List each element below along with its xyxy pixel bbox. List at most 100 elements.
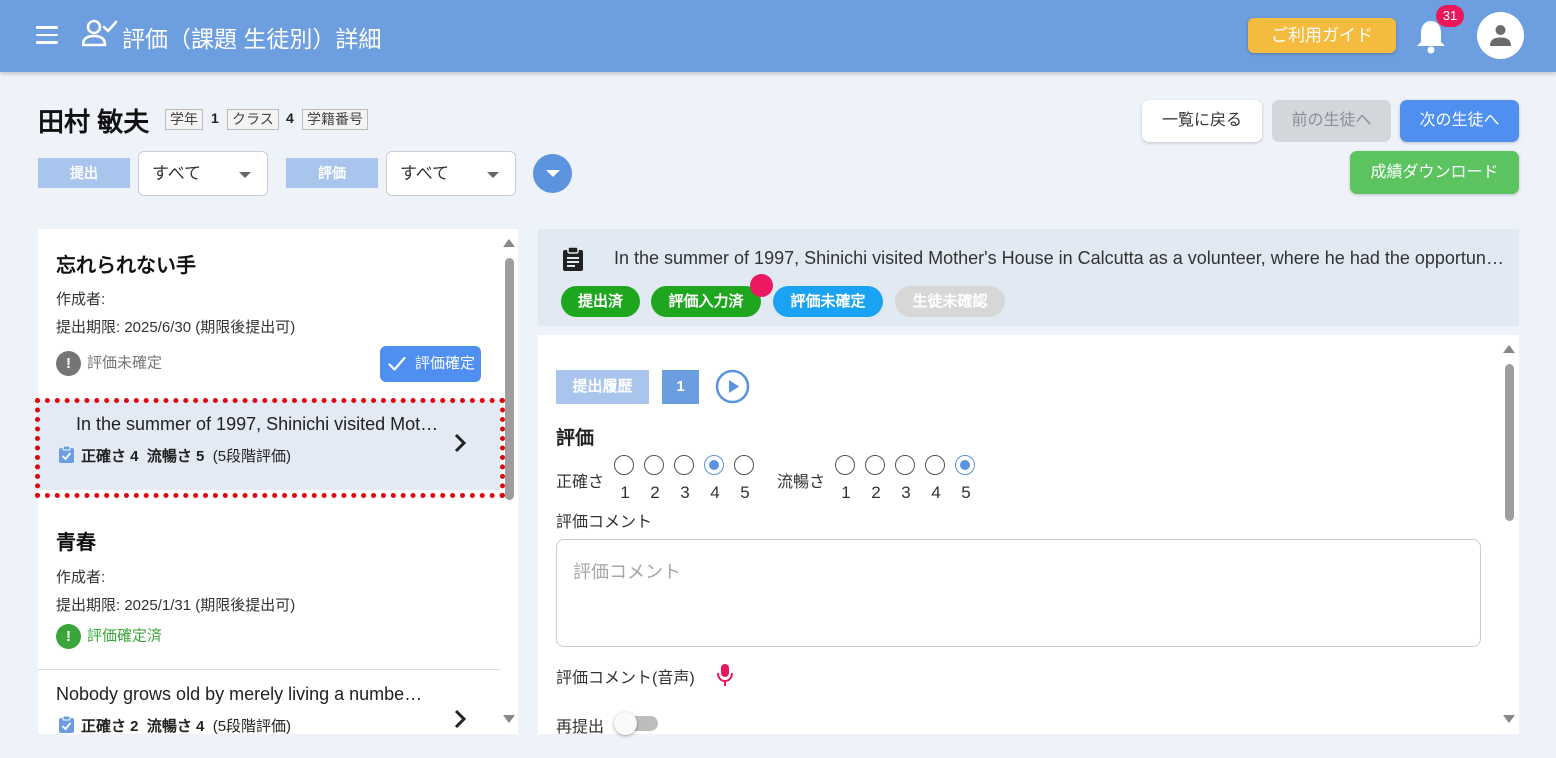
submission-scores: 正確さ 2 流暢さ 4 (5段階評価) — [58, 715, 291, 736]
accuracy-radio-1[interactable] — [614, 455, 634, 475]
score-accuracy: 正確さ 4 — [81, 448, 139, 465]
task-status-text: 評価確定済 — [87, 627, 163, 645]
clipboard-check-icon — [59, 715, 74, 733]
clipboard-icon — [563, 246, 583, 271]
chevron-down-icon — [546, 170, 560, 177]
expand-filters-button[interactable] — [533, 154, 572, 193]
submission-filter-value: すべて — [152, 164, 202, 183]
avatar[interactable] — [1477, 12, 1524, 59]
clipboard-check-icon — [59, 445, 74, 463]
comment-label: 評価コメント — [556, 514, 653, 531]
radio-label: 3 — [901, 483, 911, 502]
grade-value: 1 — [211, 110, 219, 126]
check-icon — [388, 356, 406, 371]
score-fluency: 流暢さ 4 — [146, 718, 205, 735]
dropdown-caret-icon — [239, 172, 251, 178]
criteria-label-accuracy: 正確さ — [556, 474, 605, 491]
accuracy-radio-5[interactable] — [734, 455, 754, 475]
score-fluency: 流暢さ 5 — [146, 448, 205, 465]
prev-student-button[interactable]: 前の生徒へ — [1272, 100, 1391, 142]
task-author: 作成者: — [56, 291, 106, 308]
dropdown-caret-icon — [487, 172, 499, 178]
chevron-right-icon[interactable] — [452, 432, 468, 454]
fluency-radio-3[interactable] — [895, 455, 915, 475]
task-title: 青春 — [56, 532, 96, 554]
radio-label: 5 — [740, 483, 750, 502]
user-guide-button[interactable]: ご利用ガイド — [1248, 18, 1396, 53]
status-badge-student-unconfirmed: 生徒未確認 — [895, 286, 1005, 317]
score-accuracy: 正確さ 2 — [81, 718, 139, 735]
radio-label: 1 — [620, 483, 630, 502]
notification-badge: 31 — [1436, 5, 1464, 27]
criteria-label-fluency: 流暢さ — [777, 474, 826, 491]
submission-filter-select[interactable]: すべて — [138, 151, 268, 196]
submission-summary-text: In the summer of 1997, Shinichi visited … — [614, 248, 1504, 268]
page-title: 評価（課題 生徒別）詳細 — [122, 26, 382, 52]
submission-history-label: 提出履歴 — [556, 370, 649, 404]
task-status-text: 評価未確定 — [87, 354, 163, 372]
detail-scroll-thumb[interactable] — [1505, 364, 1514, 521]
account-icon — [1490, 25, 1511, 46]
fluency-radio-1[interactable] — [835, 455, 855, 475]
indicator-dot — [750, 274, 773, 297]
play-icon[interactable] — [715, 369, 750, 404]
task-status: ! 評価未確定 — [56, 351, 162, 376]
grades-download-button[interactable]: 成績ダウンロード — [1350, 151, 1519, 194]
submission-text: In the summer of 1997, Shinichi visited … — [76, 414, 446, 434]
menu-icon[interactable] — [36, 26, 58, 44]
confirm-evaluation-label: 評価確定 — [414, 355, 475, 372]
alert-icon: ! — [56, 624, 81, 649]
class-tag: クラス — [227, 109, 279, 130]
scroll-up-arrow-icon[interactable] — [1503, 345, 1515, 353]
voice-comment-label: 評価コメント(音声) — [556, 670, 695, 687]
radio-label: 2 — [871, 483, 881, 502]
next-student-button[interactable]: 次の生徒へ — [1400, 100, 1519, 142]
score-scale: (5段階評価) — [212, 448, 292, 465]
back-to-list-button[interactable]: 一覧に戻る — [1142, 100, 1262, 142]
status-badge-unconfirmed: 評価未確定 — [773, 286, 883, 317]
radio-label: 4 — [710, 483, 720, 502]
submission-text[interactable]: Nobody grows old by merely living a numb… — [56, 684, 426, 705]
accuracy-radio-2[interactable] — [644, 455, 664, 475]
resubmit-toggle-knob[interactable] — [614, 712, 637, 735]
class-value: 4 — [286, 110, 294, 126]
radio-label: 5 — [961, 483, 971, 502]
submission-scores: 正確さ 4 流暢さ 5 (5段階評価) — [58, 445, 291, 466]
evaluation-filter-value: すべて — [400, 164, 450, 183]
accuracy-radio-3[interactable] — [674, 455, 694, 475]
task-list-scroll-thumb[interactable] — [505, 258, 514, 500]
task-deadline: 提出期限: 2025/6/30 (期限後提出可) — [56, 319, 296, 336]
task-title: 忘れられない手 — [56, 255, 196, 277]
task-author: 作成者: — [56, 569, 106, 586]
microphone-icon[interactable] — [716, 663, 734, 687]
submission-filter-label: 提出 — [38, 158, 130, 188]
task-deadline: 提出期限: 2025/1/31 (期限後提出可) — [56, 597, 296, 614]
scroll-down-arrow-icon[interactable] — [1503, 715, 1515, 723]
evaluation-filter-label: 評価 — [286, 158, 378, 188]
student-number-tag: 学籍番号 — [302, 109, 368, 130]
fluency-radio-2[interactable] — [865, 455, 885, 475]
radio-label: 3 — [680, 483, 690, 502]
fluency-radio-4[interactable] — [925, 455, 945, 475]
status-badge-evaluated: 評価入力済 — [651, 286, 761, 317]
person-check-icon — [82, 19, 118, 47]
scroll-up-arrow-icon[interactable] — [503, 239, 515, 247]
evaluation-heading: 評価 — [556, 428, 595, 449]
status-badge-submitted: 提出済 — [561, 286, 640, 317]
radio-label: 1 — [841, 483, 851, 502]
evaluation-filter-select[interactable]: すべて — [386, 151, 516, 196]
student-name: 田村 敏夫 — [38, 107, 150, 137]
resubmit-label: 再提出 — [556, 719, 605, 736]
task-status: ! 評価確定済 — [56, 624, 162, 649]
chevron-right-icon[interactable] — [452, 708, 468, 730]
scroll-down-arrow-icon[interactable] — [503, 715, 515, 723]
accuracy-radio-4[interactable] — [704, 455, 724, 475]
confirm-evaluation-button[interactable]: 評価確定 — [380, 346, 481, 382]
radio-label: 4 — [931, 483, 941, 502]
grade-tag: 学年 — [165, 109, 203, 130]
submission-history-number[interactable]: 1 — [662, 370, 699, 404]
fluency-radio-5[interactable] — [955, 455, 975, 475]
comment-textarea[interactable] — [556, 539, 1481, 647]
score-scale: (5段階評価) — [212, 718, 292, 735]
alert-icon: ! — [56, 351, 81, 376]
